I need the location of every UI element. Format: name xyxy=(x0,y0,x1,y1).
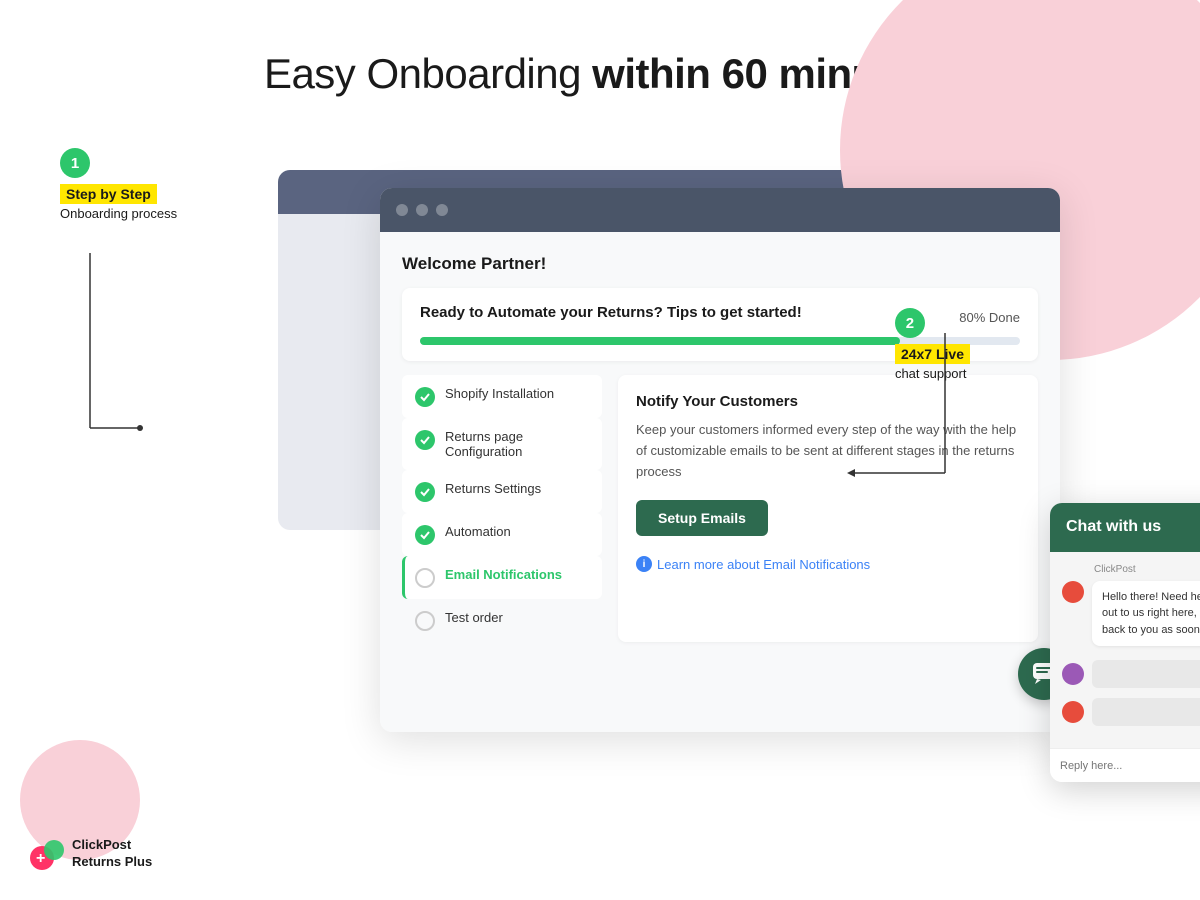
step-automation[interactable]: Automation xyxy=(402,513,602,556)
info-icon: i xyxy=(636,556,652,572)
content-area: 1 Step by Step Onboarding process xyxy=(0,138,1200,732)
chat-avatar xyxy=(1062,581,1084,603)
step-returns-page-label: Returns pageConfiguration xyxy=(445,429,523,459)
step-email-notifications[interactable]: Email Notifications xyxy=(402,556,602,599)
chat-header: Chat with us ≡ xyxy=(1050,503,1200,552)
learn-more-text: Learn more about Email Notifications xyxy=(657,557,870,572)
step-shopify-label: Shopify Installation xyxy=(445,386,554,401)
step-check-returns-settings xyxy=(415,482,435,502)
chat-placeholder-row-1 xyxy=(1062,660,1200,688)
chat-input-row[interactable]: 📎 🙂 xyxy=(1050,748,1200,782)
step-returns-settings[interactable]: Returns Settings xyxy=(402,470,602,513)
svg-text:+: + xyxy=(36,850,45,867)
chat-message-row: Hello there! Need help? Reach out to us … xyxy=(1062,581,1200,647)
step1-badge: 1 xyxy=(60,148,90,178)
clickpost-logo: + ClickPost Returns Plus xyxy=(28,836,152,872)
step2-arrow xyxy=(845,333,965,498)
step1-annotation: 1 Step by Step Onboarding process xyxy=(60,148,177,221)
progress-bar-fill xyxy=(420,337,900,345)
welcome-text: Welcome Partner! xyxy=(402,254,1038,274)
step1-arrow xyxy=(70,253,150,453)
step1-sub-label: Onboarding process xyxy=(60,206,177,221)
step-test-order[interactable]: Test order xyxy=(402,599,602,642)
step-check-automation xyxy=(415,525,435,545)
step-shopify[interactable]: Shopify Installation xyxy=(402,375,602,418)
logo-svg: + xyxy=(28,836,64,872)
window-dot-2 xyxy=(416,204,428,216)
window-dot-1 xyxy=(396,204,408,216)
step-returns-page[interactable]: Returns pageConfiguration xyxy=(402,418,602,470)
step-check-email-empty xyxy=(415,568,435,588)
step-returns-settings-label: Returns Settings xyxy=(445,481,541,496)
chat-input[interactable] xyxy=(1060,760,1200,772)
content-panel: Notify Your Customers Keep your customer… xyxy=(618,375,1038,642)
step-check-returns-page xyxy=(415,430,435,450)
window-dot-3 xyxy=(436,204,448,216)
chat-placeholder-dot-2 xyxy=(1062,701,1084,723)
chat-bubble: Hello there! Need help? Reach out to us … xyxy=(1092,581,1200,647)
learn-more-link[interactable]: i Learn more about Email Notifications xyxy=(636,556,1020,572)
chat-brand: ClickPost xyxy=(1062,564,1200,575)
chat-placeholder-row-2 xyxy=(1062,698,1200,726)
step-test-label: Test order xyxy=(445,610,503,625)
chat-body: ClickPost Hello there! Need help? Reach … xyxy=(1050,552,1200,749)
steps-sidebar: Shopify Installation Returns pageConfigu… xyxy=(402,375,602,642)
chat-title: Chat with us xyxy=(1066,518,1161,536)
chat-widget: Chat with us ≡ ClickPost Hello there! Ne… xyxy=(1050,503,1200,783)
step-automation-label: Automation xyxy=(445,524,511,539)
chat-placeholder-line-1 xyxy=(1092,660,1200,688)
progress-title: Ready to Automate your Returns? Tips to … xyxy=(420,304,802,321)
step-check-shopify xyxy=(415,387,435,407)
setup-emails-button[interactable]: Setup Emails xyxy=(636,500,768,536)
chat-placeholder-line-2 xyxy=(1092,698,1200,726)
step-check-test-empty xyxy=(415,611,435,631)
step-email-label: Email Notifications xyxy=(445,567,562,582)
dashboard-window-header xyxy=(380,188,1060,232)
chat-placeholder-dot-1 xyxy=(1062,663,1084,685)
logo-text: ClickPost Returns Plus xyxy=(72,837,152,871)
step1-highlight-label: Step by Step xyxy=(60,184,157,204)
